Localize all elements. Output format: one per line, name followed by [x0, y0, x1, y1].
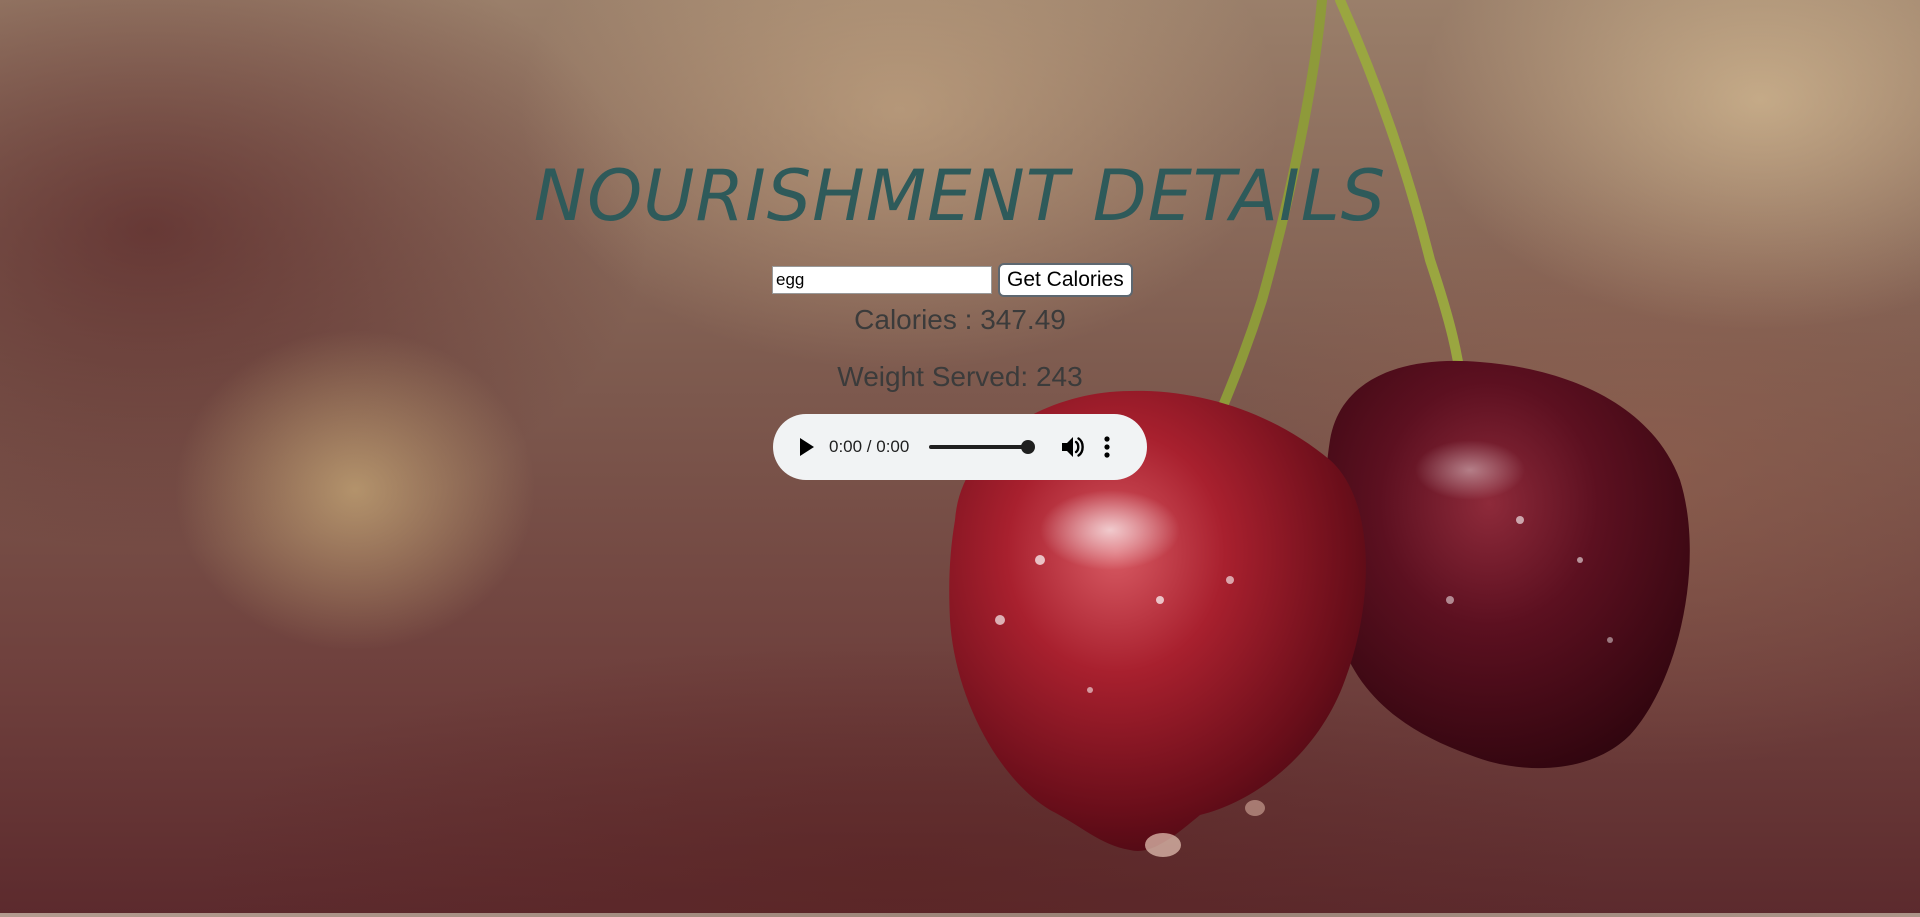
food-search-input[interactable]	[772, 266, 992, 294]
audio-seek-slider[interactable]	[929, 440, 1036, 454]
weight-served-result: Weight Served: 243	[837, 361, 1083, 392]
audio-seek-thumb[interactable]	[1021, 440, 1036, 454]
play-icon[interactable]	[795, 435, 819, 459]
volume-icon[interactable]	[1059, 433, 1087, 461]
page-title: NOURISHMENT DETAILS	[533, 155, 1387, 237]
audio-player[interactable]: 0:00 / 0:00	[773, 414, 1147, 480]
audio-time-display: 0:00 / 0:00	[829, 437, 910, 456]
bottom-edge-strip	[0, 913, 1920, 917]
calorie-search-form: Get Calories	[772, 263, 1133, 297]
page: NOURISHMENT DETAILS Get Calories Calorie…	[0, 0, 1920, 917]
get-calories-button[interactable]: Get Calories	[998, 263, 1133, 297]
calories-result: Calories : 347.49	[854, 304, 1066, 335]
more-vert-icon[interactable]	[1101, 433, 1113, 461]
